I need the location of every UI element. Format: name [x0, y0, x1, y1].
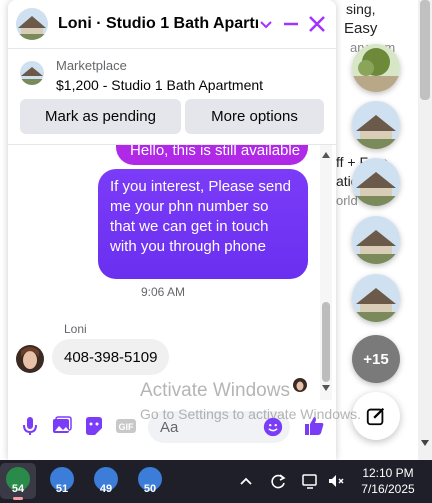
- message-text: 408-398-5109: [64, 348, 158, 366]
- more-options-button[interactable]: More options: [185, 99, 324, 134]
- chat-head-avatar[interactable]: [352, 101, 400, 149]
- scroll-up-arrow-icon[interactable]: [322, 152, 330, 158]
- app-badge-count: 50: [143, 483, 157, 495]
- outgoing-message[interactable]: Hello, this is still available: [116, 145, 308, 165]
- emoji-icon[interactable]: [262, 416, 284, 438]
- app-badge-count: 54: [11, 483, 25, 495]
- seen-indicator-avatar: [293, 378, 307, 392]
- display-icon[interactable]: [300, 471, 320, 491]
- speaker-muted-icon[interactable]: [326, 471, 346, 491]
- chevron-down-icon[interactable]: [256, 14, 276, 34]
- svg-text:GIF: GIF: [119, 422, 135, 432]
- sync-icon[interactable]: [268, 471, 288, 491]
- more-chats-button[interactable]: +15: [352, 335, 400, 383]
- incoming-message[interactable]: 408-398-5109: [52, 339, 170, 375]
- taskbar: 54 51 49 50 12:10 PM 7/16/2025: [0, 460, 432, 503]
- chat-head-avatar[interactable]: [352, 216, 400, 264]
- sticker-icon[interactable]: [82, 414, 106, 438]
- message-input-placeholder: Aa: [160, 419, 179, 436]
- taskbar-app[interactable]: 49: [88, 463, 124, 499]
- taskbar-app[interactable]: 51: [44, 463, 80, 499]
- marketplace-listing-card: Marketplace $1,200 - Studio 1 Bath Apart…: [8, 49, 336, 145]
- minimize-icon[interactable]: [280, 14, 302, 34]
- sender-avatar[interactable]: [16, 345, 44, 373]
- chat-title[interactable]: Loni · Studio 1 Bath Apartment: [58, 15, 258, 33]
- close-icon[interactable]: [306, 14, 328, 34]
- sender-name: Loni: [64, 322, 87, 336]
- message-scrollbar-thumb[interactable]: [322, 302, 330, 382]
- listing-thumbnail[interactable]: [20, 61, 44, 85]
- scroll-down-arrow-icon[interactable]: [421, 440, 429, 446]
- page-scrollbar-thumb[interactable]: [420, 0, 430, 100]
- photo-icon[interactable]: [50, 414, 74, 438]
- mark-as-pending-button[interactable]: Mark as pending: [20, 99, 181, 134]
- message-text: If you interest, Please send me your phn…: [110, 178, 291, 255]
- app-badge-count: 51: [55, 483, 69, 495]
- outgoing-message[interactable]: If you interest, Please send me your phn…: [98, 169, 308, 279]
- message-composer: GIF Aa: [8, 405, 336, 450]
- message-input[interactable]: Aa: [148, 411, 290, 443]
- more-chats-count: +15: [363, 350, 389, 368]
- chat-head-avatar[interactable]: [352, 274, 400, 322]
- background-text: Easy: [344, 20, 378, 37]
- scroll-down-arrow-icon[interactable]: [322, 385, 330, 391]
- message-text: Hello, this is still available: [130, 145, 301, 159]
- chat-header[interactable]: Loni · Studio 1 Bath Apartment: [8, 0, 336, 49]
- app-badge-count: 49: [99, 483, 113, 495]
- chat-window: Loni · Studio 1 Bath Apartment Marketpla…: [8, 0, 336, 460]
- clock-time: 12:10 PM: [362, 466, 414, 480]
- like-icon[interactable]: [302, 414, 326, 438]
- contact-avatar[interactable]: [16, 8, 48, 40]
- listing-category: Marketplace: [56, 58, 127, 73]
- clock-date: 7/16/2025: [361, 482, 415, 496]
- taskbar-app[interactable]: 54: [0, 463, 36, 500]
- background-text: sing,: [346, 1, 376, 17]
- listing-title[interactable]: $1,200 - Studio 1 Bath Apartment: [56, 77, 263, 93]
- compose-icon: [366, 407, 385, 426]
- active-indicator: [13, 497, 23, 500]
- message-timestamp: 9:06 AM: [140, 285, 186, 299]
- microphone-icon[interactable]: [18, 414, 42, 438]
- system-clock[interactable]: 12:10 PM 7/16/2025: [352, 465, 424, 497]
- chat-head-avatar[interactable]: [352, 158, 400, 206]
- chevron-up-icon[interactable]: [236, 471, 256, 491]
- new-message-button[interactable]: [352, 392, 400, 440]
- gif-icon[interactable]: GIF: [114, 414, 138, 438]
- chat-head-avatar[interactable]: [352, 44, 400, 92]
- message-list: Hello, this is still available If you in…: [8, 145, 336, 400]
- taskbar-app[interactable]: 50: [132, 463, 168, 499]
